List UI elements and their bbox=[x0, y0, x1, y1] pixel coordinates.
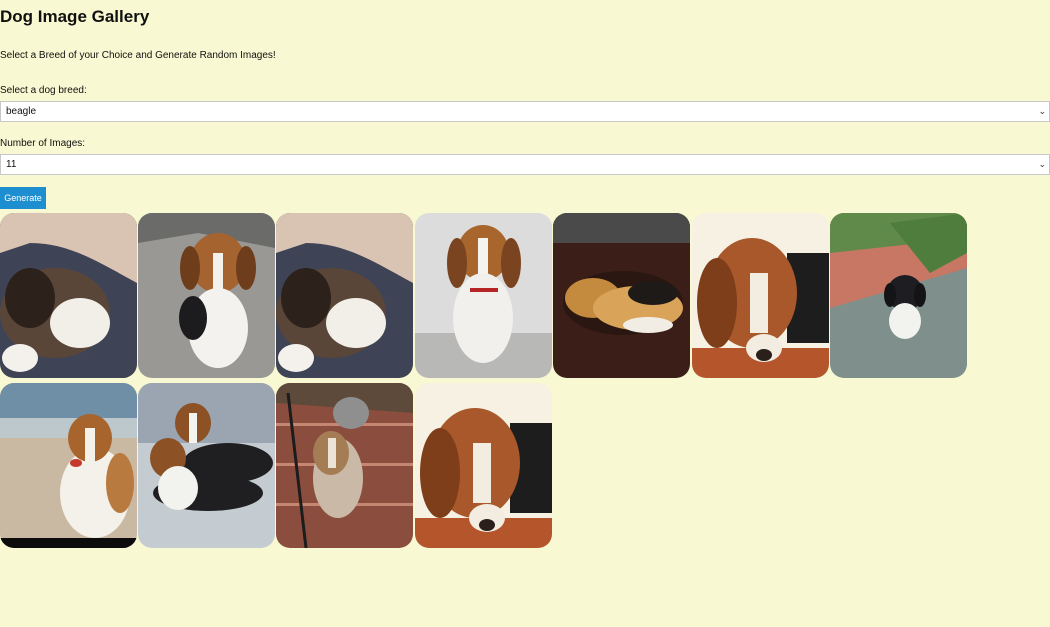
chevron-down-icon: ⌄ bbox=[1038, 106, 1046, 116]
count-select-label: Number of Images: bbox=[0, 138, 86, 149]
dog-image bbox=[415, 383, 552, 548]
dog-image bbox=[830, 213, 967, 378]
dog-image bbox=[276, 383, 413, 548]
intro-text: Select a Breed of your Choice and Genera… bbox=[0, 50, 276, 61]
dog-image bbox=[138, 213, 275, 378]
breed-select-label: Select a dog breed: bbox=[0, 85, 87, 96]
dog-image bbox=[692, 213, 829, 378]
dog-image bbox=[0, 213, 137, 378]
page-title: Dog Image Gallery bbox=[0, 7, 150, 26]
breed-select-value: beagle bbox=[6, 106, 37, 117]
count-select[interactable]: 11 ⌄ bbox=[0, 154, 1050, 175]
breed-select[interactable]: beagle ⌄ bbox=[0, 101, 1050, 122]
dog-image bbox=[138, 383, 275, 548]
generate-button[interactable]: Generate bbox=[0, 187, 46, 209]
page: Dog Image Gallery Select a Breed of your… bbox=[0, 0, 1050, 627]
dog-image bbox=[0, 383, 137, 548]
chevron-down-icon: ⌄ bbox=[1038, 159, 1046, 169]
dog-image bbox=[415, 213, 552, 378]
dog-image bbox=[276, 213, 413, 378]
dog-image bbox=[553, 213, 690, 378]
count-select-value: 11 bbox=[6, 159, 17, 170]
